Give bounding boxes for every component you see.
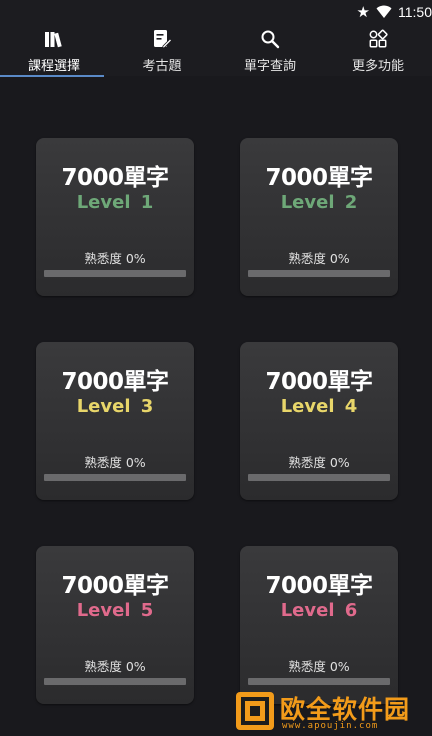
course-card-level-5[interactable]: 7000單字 Level 5 熟悉度 0% bbox=[36, 546, 194, 704]
progress-bar bbox=[44, 678, 186, 685]
course-card-level-4[interactable]: 7000單字 Level 4 熟悉度 0% bbox=[240, 342, 398, 500]
card-progress-label: 熟悉度 0% bbox=[288, 659, 350, 674]
card-progress-label: 熟悉度 0% bbox=[84, 659, 146, 674]
card-title: 7000單字 bbox=[265, 573, 373, 599]
course-card-level-1[interactable]: 7000單字 Level 1 熟悉度 0% bbox=[36, 138, 194, 296]
watermark-url: www.apoujin.com bbox=[282, 721, 379, 731]
progress-bar bbox=[44, 474, 186, 481]
search-icon bbox=[259, 28, 281, 50]
card-title: 7000單字 bbox=[61, 369, 169, 395]
course-card-level-3[interactable]: 7000單字 Level 3 熟悉度 0% bbox=[36, 342, 194, 500]
tab-past-exams[interactable]: 考古題 bbox=[108, 24, 216, 76]
tab-label: 更多功能 bbox=[351, 58, 404, 73]
card-level: Level 3 bbox=[76, 396, 154, 417]
active-tab-indicator bbox=[0, 75, 104, 77]
wifi-icon bbox=[376, 5, 392, 19]
tab-label: 單字查詢 bbox=[243, 58, 296, 73]
card-level: Level 2 bbox=[280, 192, 358, 213]
card-progress-label: 熟悉度 0% bbox=[84, 455, 146, 470]
progress-bar bbox=[248, 270, 390, 277]
watermark: 欧全软件园 www.apoujin.com bbox=[232, 686, 432, 736]
card-progress-label: 熟悉度 0% bbox=[288, 455, 350, 470]
progress-bar bbox=[44, 270, 186, 277]
tab-course-select[interactable]: 課程選擇 bbox=[0, 24, 108, 76]
tab-label: 課程選擇 bbox=[27, 58, 80, 73]
edit-note-icon bbox=[151, 28, 173, 50]
card-level: Level 1 bbox=[76, 192, 154, 213]
status-bar: ★ 11:50 bbox=[0, 0, 432, 24]
progress-bar bbox=[248, 678, 390, 685]
grid-icon bbox=[367, 28, 389, 50]
card-title: 7000單字 bbox=[61, 165, 169, 191]
card-title: 7000單字 bbox=[265, 369, 373, 395]
watermark-logo bbox=[236, 692, 274, 730]
tab-bar: 課程選擇 考古題 單字查詢 更多功能 bbox=[0, 24, 432, 76]
tab-label: 考古題 bbox=[142, 58, 182, 73]
card-level: Level 5 bbox=[76, 600, 154, 621]
course-card-level-6[interactable]: 7000單字 Level 6 熟悉度 0% bbox=[240, 546, 398, 704]
tab-more-features[interactable]: 更多功能 bbox=[324, 24, 432, 76]
course-card-level-2[interactable]: 7000單字 Level 2 熟悉度 0% bbox=[240, 138, 398, 296]
card-progress-label: 熟悉度 0% bbox=[84, 251, 146, 266]
status-icons: ★ 11:50 bbox=[357, 0, 432, 24]
progress-bar bbox=[248, 474, 390, 481]
star-icon: ★ bbox=[356, 2, 370, 21]
books-icon bbox=[43, 28, 65, 50]
card-title: 7000單字 bbox=[61, 573, 169, 599]
tab-word-lookup[interactable]: 單字查詢 bbox=[216, 24, 324, 76]
status-time: 11:50 bbox=[398, 4, 432, 20]
card-level: Level 6 bbox=[280, 600, 358, 621]
card-level: Level 4 bbox=[280, 396, 358, 417]
card-title: 7000單字 bbox=[265, 165, 373, 191]
card-progress-label: 熟悉度 0% bbox=[288, 251, 350, 266]
